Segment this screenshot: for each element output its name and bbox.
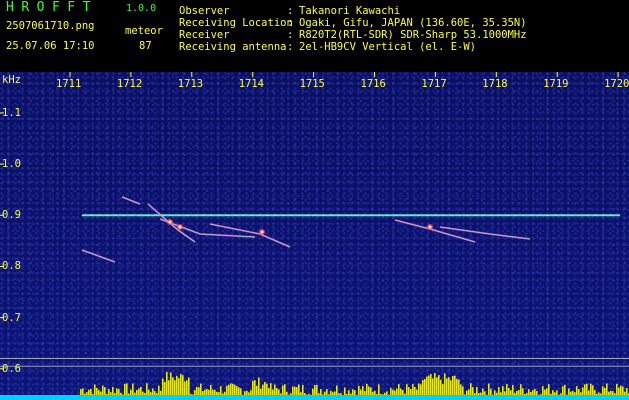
header: HROFFT 1.0.0 2507061710.png 25.07.06 17:… [0,0,629,72]
activity-bar [434,373,436,398]
x-tick-label: 1719 [543,78,569,90]
info-key-receiver: Receiver [179,29,230,41]
activity-bar [428,375,430,398]
info-value-observer: Takanori Kawachi [299,5,401,17]
meteor-echo-core [159,218,256,238]
meteor-count: 87 [139,40,152,52]
x-tick-label: 1713 [177,78,204,90]
activity-bar [172,377,174,398]
info-value-location: Ogaki, Gifu, JAPAN (136.60E, 35.35N) [299,17,527,29]
activity-bar [448,377,450,398]
info-key-observer: Observer [179,5,230,17]
info-key-antenna: Receiving antenna [179,41,287,53]
echo-head-core [178,225,182,229]
spectrogram: kHz 1711 1712 1713 1714 1715 1716 1717 1718 1719… [0,72,629,400]
activity-bar [430,374,432,398]
info-colon: : [287,5,294,17]
y-tick-label: 0.7 [2,311,21,324]
activity-bar [182,375,184,398]
info-value-receiver: R820T2(RTL-SDR) SDR-Sharp 53.1000MHz [299,29,527,41]
activity-bar [188,377,190,398]
echo-head-core [260,230,264,234]
meteor-echo-core [121,196,141,205]
activity-baseline [0,395,629,400]
activity-bar [454,375,456,398]
y-tick-label: 0.9 [2,209,21,222]
info-colon: : [287,29,294,41]
echo-head-core [428,225,432,229]
spectrogram-svg [0,72,629,400]
activity-bar [436,377,438,398]
activity-bar [438,375,440,398]
meteor-echo-core [81,249,116,263]
y-tick-label: 1.0 [2,158,21,171]
activity-bar [426,376,428,398]
x-tick-label: 1711 [56,78,82,90]
info-colon: : [287,17,294,29]
echo-head-core [168,220,172,224]
x-tick-label: 1715 [299,78,325,90]
activity-bar [180,373,182,398]
y-tick-label: 0.6 [2,362,21,375]
y-tick-label: 1.1 [2,106,21,119]
meteor-label: meteor [125,25,163,37]
info-colon: : [287,41,294,53]
app-name: HROFFT [6,0,98,15]
x-tick-label: 1714 [238,78,264,90]
activity-bar [258,377,260,398]
info-value-antenna: 2el-HB9CV Vertical (el. E-W) [299,41,477,53]
activity-bar [444,373,446,398]
file-name: 2507061710.png [6,20,95,32]
y-tick-label: 0.8 [2,260,21,273]
y-axis-label: kHz [2,74,21,86]
x-tick-label: 1720 [604,78,629,90]
activity-bar [170,372,172,398]
activity-bar [176,375,178,398]
activity-bar [166,371,168,398]
activity-bar [452,375,454,398]
x-tick-label: 1718 [482,78,508,90]
meteor-echo-core [439,226,531,240]
x-tick-label: 1717 [421,78,447,90]
datetime: 25.07.06 17:10 [6,40,95,52]
x-tick-label: 1712 [116,78,143,90]
app-version: 1.0.0 [126,3,157,14]
info-key-location: Receiving Location [179,17,293,29]
x-tick-label: 1716 [360,78,386,90]
